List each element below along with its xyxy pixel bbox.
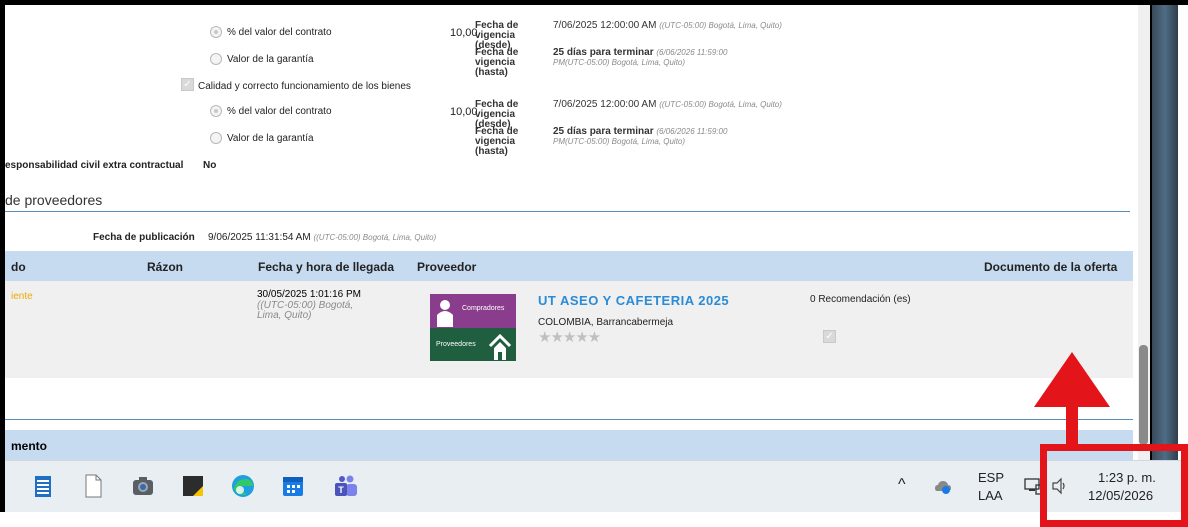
arrival-timezone: ((UTC-05:00) Bogotá, Lima, Quito) xyxy=(257,300,354,321)
col-arrival[interactable]: Fecha y hora de llegada xyxy=(258,260,394,274)
to-value-2: 25 días para terminar (6/06/2026 11:59:0… xyxy=(553,126,728,147)
guarantee-value-radio-2[interactable] xyxy=(210,132,222,144)
supplier-house-icon xyxy=(488,333,512,360)
publication-label: Fecha de publicación xyxy=(93,232,195,243)
from-date-2: 7/06/2025 12:00:00 AM ((UTC-05:00) Bogot… xyxy=(553,99,782,110)
civil-liability-value: No xyxy=(203,160,217,171)
calendar-icon[interactable] xyxy=(280,473,306,499)
red-arrow-shaft xyxy=(1066,405,1078,446)
svg-text:T: T xyxy=(338,485,344,495)
percent-contract-radio-1[interactable] xyxy=(210,26,222,38)
to-value-1: 25 días para terminar (6/06/2026 11:59:0… xyxy=(553,47,728,68)
col-status[interactable]: do xyxy=(11,260,26,274)
percent-contract-label-2: % del valor del contrato xyxy=(227,106,332,117)
buyer-figure-icon xyxy=(437,300,453,327)
rating-stars: ★★★★★ xyxy=(538,329,601,346)
scrollbar-thumb[interactable] xyxy=(1139,345,1148,445)
lower-section-header: mento xyxy=(5,430,1133,460)
compradores-proveedores-logo: Compradores Proveedores xyxy=(430,294,516,361)
blank-file-icon[interactable] xyxy=(80,473,106,499)
red-highlight-box xyxy=(1040,444,1188,527)
providers-section-title: de proveedores xyxy=(5,192,103,208)
camera-icon[interactable] xyxy=(130,473,156,499)
percent-value-1: 10,00 xyxy=(450,27,478,39)
recommendations-count: 0 Recomendación (es) xyxy=(810,294,911,305)
guarantee-value-label-2: Valor de la garantía xyxy=(227,133,314,144)
language-code[interactable]: ESP xyxy=(978,470,1004,485)
offer-document-checkbox[interactable]: ✓ xyxy=(823,330,836,343)
offer-row: iente 30/05/2025 1:01:16 PM ((UTC-05:00)… xyxy=(5,281,1133,378)
sticky-notes-icon[interactable] xyxy=(180,473,206,499)
to-label-1: Fecha de vigencia (hasta) xyxy=(475,47,519,78)
language-region[interactable]: LAA xyxy=(978,488,1003,503)
quality-label: Calidad y correcto funcionamiento de los… xyxy=(198,81,411,92)
desktop-background-strip xyxy=(1150,5,1178,460)
col-reason[interactable]: Rázon xyxy=(147,260,183,274)
onedrive-sync-icon[interactable] xyxy=(933,477,953,497)
red-arrow-head-icon xyxy=(1034,352,1110,407)
guarantee-value-radio-1[interactable] xyxy=(210,53,222,65)
civil-liability-label: esponsabilidad civil extra contractual xyxy=(5,160,184,171)
supplier-name-link[interactable]: UT ASEO Y CAFETERIA 2025 xyxy=(538,293,729,308)
lower-divider xyxy=(5,419,1133,420)
percent-value-2: 10,00 xyxy=(450,106,478,118)
quality-checkbox[interactable]: ✓ xyxy=(181,78,194,91)
arrival-date: 30/05/2025 1:01:16 PM xyxy=(257,289,361,300)
notepad-icon[interactable] xyxy=(30,473,56,499)
edge-icon[interactable] xyxy=(230,473,256,499)
teams-icon[interactable]: T xyxy=(333,473,359,499)
percent-contract-label-1: % del valor del contrato xyxy=(227,27,332,38)
offers-table-header: do Rázon Fecha y hora de llegada Proveed… xyxy=(5,251,1133,281)
status-text: iente xyxy=(11,291,33,302)
col-provider[interactable]: Proveedor xyxy=(417,260,476,274)
supplier-location: COLOMBIA, Barrancabermeja xyxy=(538,317,674,328)
publication-date: 9/06/2025 11:31:54 AM ((UTC-05:00) Bogot… xyxy=(208,232,437,243)
section-divider xyxy=(5,211,1130,212)
screen-bottom-margin xyxy=(0,512,1188,527)
percent-contract-radio-2[interactable] xyxy=(210,105,222,117)
to-label-2: Fecha de vigencia (hasta) xyxy=(475,126,519,157)
col-document[interactable]: Documento de la oferta xyxy=(984,260,1117,274)
taskbar: T ^ ESP LAA 1:23 p. m. 12/05/2026 xyxy=(5,460,1188,512)
guarantee-value-label-1: Valor de la garantía xyxy=(227,54,314,65)
chevron-up-icon[interactable]: ^ xyxy=(898,476,906,494)
lower-section-title: mento xyxy=(11,439,47,453)
from-date-1: 7/06/2025 12:00:00 AM ((UTC-05:00) Bogot… xyxy=(553,20,782,31)
